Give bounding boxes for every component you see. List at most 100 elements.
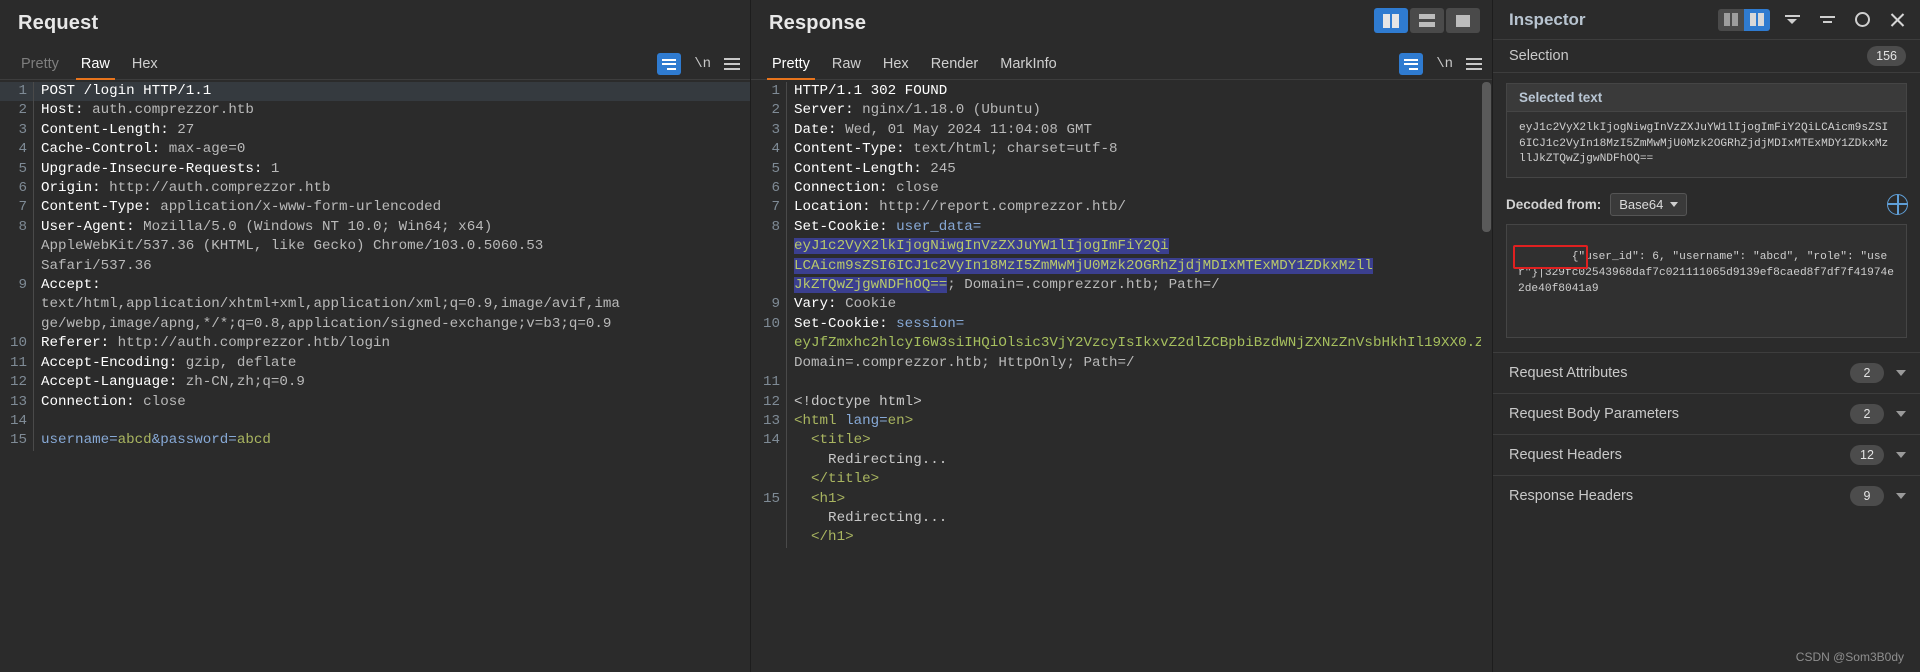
decoded-value-box[interactable]: {"user_id": 6, "username": "abcd", "role… (1506, 223, 1907, 338)
line-content: Content-Length: 245 (794, 160, 956, 177)
single-pane-layout-icon[interactable] (1446, 8, 1480, 33)
chevron-down-icon (1670, 201, 1679, 207)
line-number (0, 314, 34, 335)
decode-format-select[interactable]: Base64 (1610, 192, 1688, 216)
code-line: 15 <h1> (751, 489, 1492, 509)
layout-buttons (1374, 8, 1480, 33)
code-line: </h1> (751, 528, 1492, 548)
line-number: 3 (751, 120, 787, 141)
split-vertical-layout-icon[interactable] (1374, 8, 1408, 33)
tab-request-raw[interactable]: Raw (70, 53, 121, 80)
tab-response-markinfo[interactable]: MarkInfo (989, 53, 1067, 80)
section-response-headers[interactable]: Response Headers 9 (1493, 474, 1920, 516)
response-code-area[interactable]: 1 HTTP/1.1 302 FOUND 2 Server: nginx/1.18.0… (751, 80, 1492, 672)
collapse-all-icon[interactable] (1779, 9, 1805, 31)
response-title: Response (769, 12, 867, 34)
response-topbar: Response (751, 0, 1492, 46)
selected-text-card: Selected text eyJ1c2VyX2lkIjogNiwgInVzZX… (1506, 83, 1907, 178)
inspector-body: Selected text eyJ1c2VyX2lkIjogNiwgInVzZX… (1493, 73, 1920, 672)
add-decoder-icon[interactable] (1887, 193, 1908, 215)
section-label: Request Attributes (1509, 364, 1628, 381)
code-line: 11 (751, 373, 1492, 393)
request-panel: Request Pretty Raw Hex \n 1 POST /login H… (0, 0, 751, 672)
code-line: 2 Host: auth.comprezzor.htb (0, 101, 750, 121)
response-lines: 1 HTTP/1.1 302 FOUND 2 Server: nginx/1.18.0… (751, 80, 1492, 548)
code-line: 15 username=abcd&password=abcd (0, 431, 750, 451)
section-request-attributes[interactable]: Request Attributes 2 (1493, 351, 1920, 393)
selected-text-value[interactable]: eyJ1c2VyX2lkIjogNiwgInVzZXJuYW1lIjogImFi… (1506, 111, 1907, 178)
chevron-down-icon[interactable] (1896, 369, 1906, 376)
line-content: Date: Wed, 01 May 2024 11:04:08 GMT (794, 121, 1092, 138)
section-count-badge: 2 (1850, 403, 1884, 424)
inspector-title: Inspector (1509, 9, 1586, 29)
code-line: 3 Date: Wed, 01 May 2024 11:04:08 GMT (751, 120, 1492, 141)
request-lines: 1 POST /login HTTP/1.1 2 Host: auth.comprez… (0, 80, 750, 451)
close-icon[interactable] (1884, 9, 1910, 31)
word-wrap-icon[interactable] (1399, 53, 1424, 75)
line-number: 7 (751, 198, 787, 218)
line-content: Content-Length: 27 (41, 121, 195, 138)
section-count-badge: 12 (1850, 444, 1884, 465)
minimize-icon[interactable] (1814, 9, 1840, 31)
line-content: text/html,application/xhtml+xml,applicat… (41, 296, 620, 313)
menu-icon[interactable] (1466, 58, 1482, 70)
tab-response-raw[interactable]: Raw (821, 53, 872, 80)
decoded-from-label: Decoded from: (1506, 196, 1602, 212)
line-content: eyJ1c2VyX2lkIjogNiwgInVzZXJuYW1lIjogImFi… (794, 238, 1169, 255)
line-number (751, 276, 787, 296)
line-number: 4 (0, 140, 34, 160)
request-code-area[interactable]: 1 POST /login HTTP/1.1 2 Host: auth.comprez… (0, 80, 750, 672)
line-content: Referer: http://auth.comprezzor.htb/logi… (41, 335, 391, 352)
response-scrollbar-thumb[interactable] (1482, 82, 1491, 232)
line-number: 1 (0, 82, 34, 102)
line-number: 11 (751, 373, 787, 393)
inspector-split-left-icon[interactable] (1718, 8, 1744, 31)
code-line: 14 (0, 411, 750, 432)
menu-icon[interactable] (724, 58, 740, 70)
selection-section-header[interactable]: Selection 156 (1493, 40, 1920, 73)
code-line: Safari/537.36 (0, 256, 750, 277)
line-number: 15 (751, 489, 787, 509)
line-number: 6 (0, 179, 34, 199)
line-content: Accept: (41, 277, 101, 294)
response-scrollbar[interactable] (1481, 80, 1492, 672)
line-content: Domain=.comprezzor.htb; HttpOnly; Path=/ (794, 354, 1135, 371)
chevron-down-icon[interactable] (1896, 492, 1906, 499)
tab-response-hex[interactable]: Hex (872, 53, 920, 80)
chevron-down-icon[interactable] (1896, 451, 1906, 458)
line-number: 5 (0, 159, 34, 180)
split-horizontal-layout-icon[interactable] (1410, 8, 1444, 33)
line-number: 6 (751, 179, 787, 199)
code-line: </title> (751, 470, 1492, 490)
section-label: Request Body Parameters (1509, 405, 1680, 422)
newline-icon[interactable]: \n (694, 56, 711, 72)
code-line: 1 HTTP/1.1 302 FOUND (751, 82, 1492, 102)
chevron-down-icon[interactable] (1896, 410, 1906, 417)
decoded-value: {"user_id": 6, "username": "abcd", "role… (1518, 250, 1894, 295)
line-number: 3 (0, 120, 34, 141)
code-line: 1 POST /login HTTP/1.1 (0, 82, 750, 102)
word-wrap-icon[interactable] (657, 53, 682, 75)
newline-icon[interactable]: \n (1436, 56, 1453, 72)
code-line: 13 <html lang=en> (751, 411, 1492, 432)
code-line: 9 Accept: (0, 276, 750, 296)
section-count-badge: 2 (1850, 362, 1884, 383)
inspector-split-right-icon[interactable] (1744, 8, 1770, 31)
tab-request-hex[interactable]: Hex (121, 53, 169, 80)
line-content: Vary: Cookie (794, 296, 897, 313)
code-line: ge/webp,image/apng,*/*;q=0.8,application… (0, 314, 750, 335)
line-content: Upgrade-Insecure-Requests: 1 (41, 160, 280, 177)
tab-response-render[interactable]: Render (920, 53, 990, 80)
inspector-header-icons (1718, 8, 1910, 31)
tab-response-pretty[interactable]: Pretty (761, 53, 821, 80)
line-number (751, 508, 787, 529)
watermark: CSDN @Som3B0dy (1795, 650, 1904, 664)
tab-request-pretty[interactable]: Pretty (10, 53, 70, 80)
section-label: Response Headers (1509, 487, 1634, 504)
line-content: User-Agent: Mozilla/5.0 (Windows NT 10.0… (41, 218, 493, 235)
line-number: 13 (0, 392, 34, 412)
code-line: 6 Origin: http://auth.comprezzor.htb (0, 179, 750, 199)
section-request-headers[interactable]: Request Headers 12 (1493, 433, 1920, 475)
section-request-body-parameters[interactable]: Request Body Parameters 2 (1493, 392, 1920, 434)
gear-icon[interactable] (1849, 9, 1875, 31)
